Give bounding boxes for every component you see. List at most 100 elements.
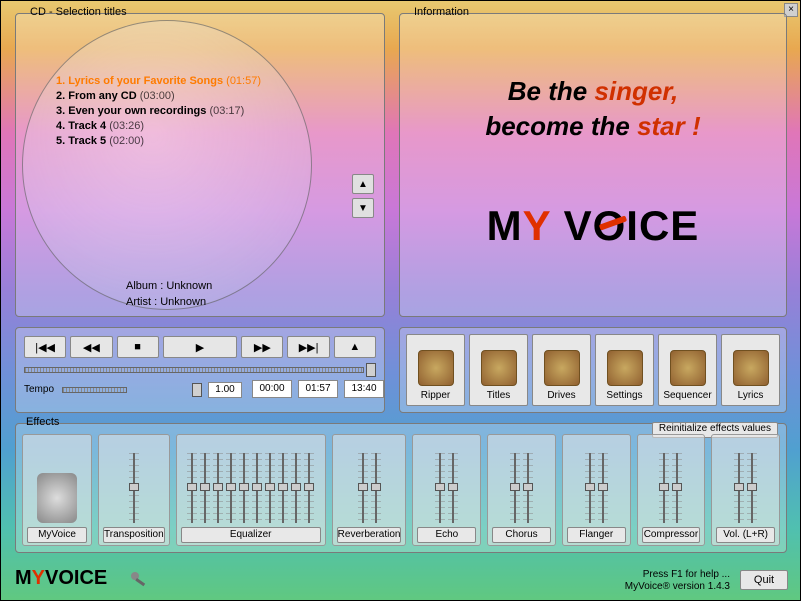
fx-slider[interactable] xyxy=(747,453,757,523)
cd-panel-title: CD - Selection titles xyxy=(26,6,131,18)
fx-slider[interactable] xyxy=(448,453,458,523)
tool-drives[interactable]: Drives xyxy=(532,334,591,406)
fx-slider[interactable] xyxy=(278,453,288,523)
time-elapsed: 00:00 xyxy=(252,380,292,398)
tools-panel: Ripper Titles Drives Settings Sequencer Lyric… xyxy=(399,327,787,413)
tempo-value: 1.00 xyxy=(208,382,242,398)
fx-slider[interactable] xyxy=(226,453,236,523)
quit-button[interactable]: Quit xyxy=(740,570,788,590)
track-list: 1. Lyrics of your Favorite Songs (01:57)… xyxy=(56,74,346,149)
fx-slider[interactable] xyxy=(734,453,744,523)
tagline-2: become the star ! xyxy=(408,111,778,142)
effect-myvoice: MyVoice xyxy=(22,434,92,546)
next-button[interactable]: ▶▶| xyxy=(287,336,329,358)
effect-volume-button[interactable]: Vol. (L+R) xyxy=(716,527,775,543)
fx-slider[interactable] xyxy=(291,453,301,523)
fx-slider[interactable] xyxy=(435,453,445,523)
tool-label: Settings xyxy=(606,390,642,401)
help-hint: Press F1 for help ... xyxy=(643,569,730,580)
microphone-icon xyxy=(37,473,77,523)
effect-compressor: Compressor xyxy=(637,434,706,546)
fx-slider[interactable] xyxy=(213,453,223,523)
fx-slider[interactable] xyxy=(200,453,210,523)
effect-compressor-button[interactable]: Compressor xyxy=(642,527,701,543)
album-label: Album : Unknown xyxy=(126,280,212,292)
effect-reverb-button[interactable]: Reverberation xyxy=(337,527,402,543)
track-row[interactable]: 4. Track 4 (03:26) xyxy=(56,119,346,134)
track-row[interactable]: 3. Even your own recordings (03:17) xyxy=(56,104,346,119)
sequencer-icon xyxy=(670,350,706,386)
effects-panel: Effects Reinitialize effects values MyVo… xyxy=(15,423,787,553)
fx-slider[interactable] xyxy=(265,453,275,523)
cd-disc-graphic xyxy=(22,20,312,310)
logo-large: MY VOICE xyxy=(408,202,778,250)
settings-icon xyxy=(607,350,643,386)
transport-panel: |◀◀ ◀◀ ■ ▶ ▶▶ ▶▶| ▲ Tempo 1.00 00:00 01:… xyxy=(15,327,385,413)
footer: MYVOICE Press F1 for help ... MyVoice® v… xyxy=(1,560,800,600)
ripper-icon xyxy=(418,350,454,386)
effect-myvoice-button[interactable]: MyVoice xyxy=(27,527,87,543)
tool-sequencer[interactable]: Sequencer xyxy=(658,334,717,406)
tool-settings[interactable]: Settings xyxy=(595,334,654,406)
effect-equalizer: Equalizer xyxy=(176,434,326,546)
effect-transposition: Transposition xyxy=(98,434,170,546)
tempo-slider[interactable] xyxy=(62,382,202,398)
effect-flanger-button[interactable]: Flanger xyxy=(567,527,626,543)
fx-slider[interactable] xyxy=(187,453,197,523)
fx-slider[interactable] xyxy=(239,453,249,523)
tempo-label: Tempo xyxy=(24,384,54,395)
stop-button[interactable]: ■ xyxy=(117,336,159,358)
effect-chorus-button[interactable]: Chorus xyxy=(492,527,551,543)
play-button[interactable]: ▶ xyxy=(163,336,237,358)
rewind-button[interactable]: ◀◀ xyxy=(70,336,112,358)
effects-title: Effects xyxy=(26,416,59,428)
fx-slider[interactable] xyxy=(358,453,368,523)
drives-icon xyxy=(544,350,580,386)
fx-slider[interactable] xyxy=(510,453,520,523)
cd-panel: CD - Selection titles 1. Lyrics of your … xyxy=(15,13,385,317)
effect-chorus: Chorus xyxy=(487,434,556,546)
fx-slider[interactable] xyxy=(371,453,381,523)
tagline-1: Be the singer, xyxy=(408,76,778,107)
fx-slider[interactable] xyxy=(304,453,314,523)
tool-label: Lyrics xyxy=(738,390,764,401)
effect-transposition-button[interactable]: Transposition xyxy=(103,527,165,543)
seek-slider[interactable] xyxy=(24,362,376,378)
info-panel: Information Be the singer, become the st… xyxy=(399,13,787,317)
tool-label: Ripper xyxy=(421,390,450,401)
app-window: × CD - Selection titles 1. Lyrics of you… xyxy=(0,0,801,601)
tool-titles[interactable]: Titles xyxy=(469,334,528,406)
tool-label: Titles xyxy=(487,390,511,401)
eject-button[interactable]: ▲ xyxy=(334,336,376,358)
time-total: 13:40 xyxy=(344,380,384,398)
fx-slider[interactable] xyxy=(523,453,533,523)
scroll-up-button[interactable]: ▲ xyxy=(352,174,374,194)
track-row[interactable]: 2. From any CD (03:00) xyxy=(56,89,346,104)
prev-button[interactable]: |◀◀ xyxy=(24,336,66,358)
tool-label: Drives xyxy=(547,390,575,401)
tool-lyrics[interactable]: Lyrics xyxy=(721,334,780,406)
info-panel-title: Information xyxy=(410,6,473,18)
tool-ripper[interactable]: Ripper xyxy=(406,334,465,406)
track-row[interactable]: 1. Lyrics of your Favorite Songs (01:57) xyxy=(56,74,346,89)
fx-slider[interactable] xyxy=(598,453,608,523)
time-track: 01:57 xyxy=(298,380,338,398)
effect-echo: Echo xyxy=(412,434,481,546)
effect-echo-button[interactable]: Echo xyxy=(417,527,476,543)
version-text: MyVoice® version 1.4.3 xyxy=(625,581,730,592)
ffwd-button[interactable]: ▶▶ xyxy=(241,336,283,358)
fx-slider[interactable] xyxy=(252,453,262,523)
logo-small: MYVOICE xyxy=(15,567,107,590)
scroll-down-button[interactable]: ▼ xyxy=(352,198,374,218)
microphone-icon xyxy=(129,570,149,590)
artist-label: Artist : Unknown xyxy=(126,296,206,308)
track-row[interactable]: 5. Track 5 (02:00) xyxy=(56,134,346,149)
fx-slider[interactable] xyxy=(672,453,682,523)
lyrics-icon xyxy=(733,350,769,386)
fx-slider[interactable] xyxy=(129,453,139,523)
titles-icon xyxy=(481,350,517,386)
fx-slider[interactable] xyxy=(585,453,595,523)
effect-reverb: Reverberation xyxy=(332,434,407,546)
effect-equalizer-button[interactable]: Equalizer xyxy=(181,527,321,543)
fx-slider[interactable] xyxy=(659,453,669,523)
